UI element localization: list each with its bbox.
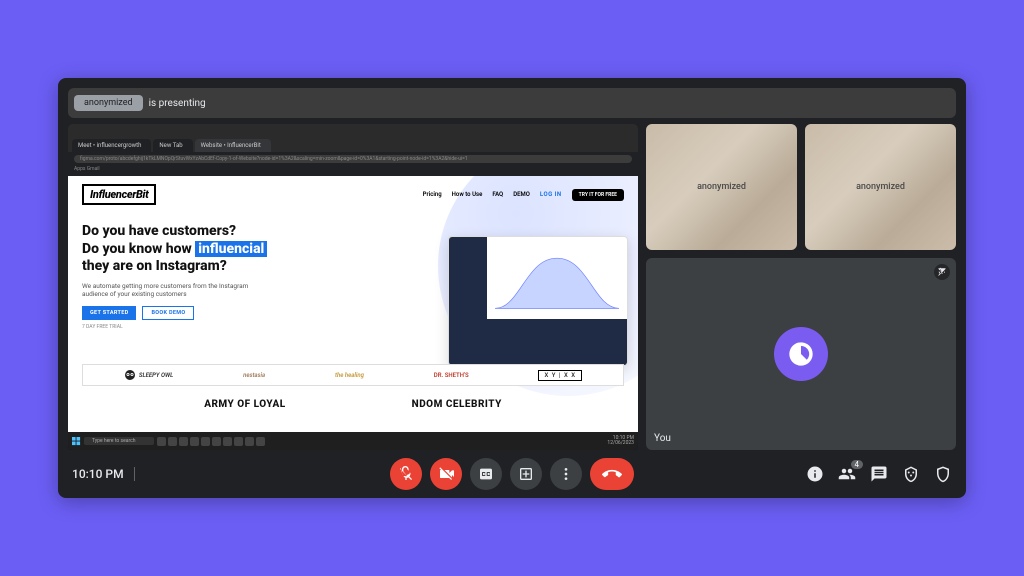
browser-tabstrip: Meet • influencergrowth New Tab Website …	[68, 124, 638, 152]
hero-line-3: they are on Instagram?	[82, 258, 624, 276]
self-name-label: You	[654, 433, 671, 444]
self-tile[interactable]: You	[646, 258, 956, 450]
taskbar-date: 12/06/2023	[607, 441, 634, 446]
browser-tab-active: Website • InfluencerBit	[195, 139, 271, 152]
taskbar-tray: 10:10 PM 12/06/2023	[601, 436, 634, 446]
tile-row-self: You	[646, 258, 956, 450]
brand-xyxx: X Y | X X	[538, 370, 582, 381]
avatar	[774, 327, 828, 381]
trial-note: 7 DAY FREE TRIAL	[82, 324, 624, 330]
nav-login: LOG IN	[540, 191, 562, 198]
host-controls-button[interactable]	[934, 465, 952, 483]
brand-nestasia: nestasia	[243, 372, 265, 379]
tagline-right: NDOM CELEBRITY	[412, 399, 502, 410]
participant-tile[interactable]: anonymized	[646, 124, 797, 250]
hero-section: Do you have customers? Do you know how i…	[68, 213, 638, 330]
shared-webpage: InfluencerBit Pricing How to Use FAQ DEM…	[68, 176, 638, 432]
bookmark-bar: Apps Gmail	[68, 166, 638, 176]
divider	[134, 467, 135, 481]
bottom-bar: 10:10 PM	[58, 450, 966, 498]
more-options-button[interactable]	[550, 458, 582, 490]
hero-line-1: Do you have customers?	[82, 223, 624, 241]
presenting-banner: anonymized is presenting	[68, 88, 956, 118]
hangup-button[interactable]	[590, 458, 634, 490]
participant-tile[interactable]: anonymized	[805, 124, 956, 250]
brand-logos-row: SLEEPY OWL nestasia the healing DR. SHET…	[82, 364, 624, 386]
url-field: figma.com/proto/abcdefghij1kTkLMNOpQrStu…	[74, 155, 632, 163]
hero-subtext: We automate getting more customers from …	[82, 282, 262, 299]
hero-highlight: influencial	[195, 241, 267, 257]
people-count-badge: 4	[851, 460, 864, 469]
nav-pricing: Pricing	[423, 191, 442, 198]
main-area: Meet • influencergrowth New Tab Website …	[58, 118, 966, 450]
mic-toggle-button[interactable]	[390, 458, 422, 490]
meeting-details-button[interactable]	[806, 465, 824, 483]
nav-demo: DEMO	[513, 191, 530, 198]
brand-label: SLEEPY OWL	[139, 372, 173, 379]
shared-screen-tile[interactable]: Meet • influencergrowth New Tab Website …	[68, 124, 638, 450]
hero-line-2: Do you know how influencial	[82, 241, 624, 259]
get-started-button: GET STARTED	[82, 306, 136, 320]
nav-faq: FAQ	[492, 191, 503, 198]
presenter-name-chip: anonymized	[74, 95, 143, 111]
taskbar-search: Type here to search	[84, 437, 154, 445]
taskbar-pins	[157, 437, 265, 446]
page-tagline: ARMY OF LOYAL NDOM CELEBRITY	[68, 399, 638, 410]
tagline-left: ARMY OF LOYAL	[204, 399, 285, 410]
participant-tiles: anonymized anonymized You	[646, 124, 956, 450]
taskbar-clock: 10:10 PM 12/06/2023	[607, 436, 634, 446]
participant-name: anonymized	[697, 182, 746, 192]
browser-tab: New Tab	[153, 139, 192, 152]
start-icon	[72, 437, 81, 446]
browser-urlbar: figma.com/proto/abcdefghij1kTkLMNOpQrStu…	[68, 152, 638, 166]
brand-sleepyowl: SLEEPY OWL	[124, 369, 173, 381]
site-nav: Pricing How to Use FAQ DEMO LOG IN TRY I…	[423, 189, 624, 201]
meet-window: anonymized is presenting Meet • influenc…	[58, 78, 966, 498]
book-demo-button: BOOK DEMO	[142, 306, 194, 320]
call-controls	[390, 458, 634, 490]
owl-icon	[124, 369, 136, 381]
site-logo: InfluencerBit	[82, 184, 156, 205]
nav-try-button: TRY IT FOR FREE	[572, 189, 624, 201]
nav-how: How to Use	[452, 191, 483, 198]
tile-row-top: anonymized anonymized	[646, 124, 956, 250]
participant-name: anonymized	[856, 182, 905, 192]
people-button[interactable]: 4	[838, 465, 856, 483]
hero-line-2a: Do you know how	[82, 241, 195, 257]
meeting-clock: 10:10 PM	[72, 467, 124, 481]
browser-tab: Meet • influencergrowth	[72, 139, 151, 152]
mic-muted-icon	[934, 264, 950, 280]
cta-row: GET STARTED BOOK DEMO	[82, 306, 624, 320]
presenting-suffix: is presenting	[149, 98, 206, 109]
brand-healing: the healing	[335, 372, 364, 379]
windows-taskbar: Type here to search 10:10 PM 12/06/2023	[68, 432, 638, 450]
activities-button[interactable]	[902, 465, 920, 483]
brand-drsheths: DR. SHETH'S	[434, 372, 469, 379]
captions-button[interactable]	[470, 458, 502, 490]
present-button[interactable]	[510, 458, 542, 490]
right-tray: 4	[806, 465, 952, 483]
site-header: InfluencerBit Pricing How to Use FAQ DEM…	[68, 176, 638, 213]
camera-toggle-button[interactable]	[430, 458, 462, 490]
chat-button[interactable]	[870, 465, 888, 483]
